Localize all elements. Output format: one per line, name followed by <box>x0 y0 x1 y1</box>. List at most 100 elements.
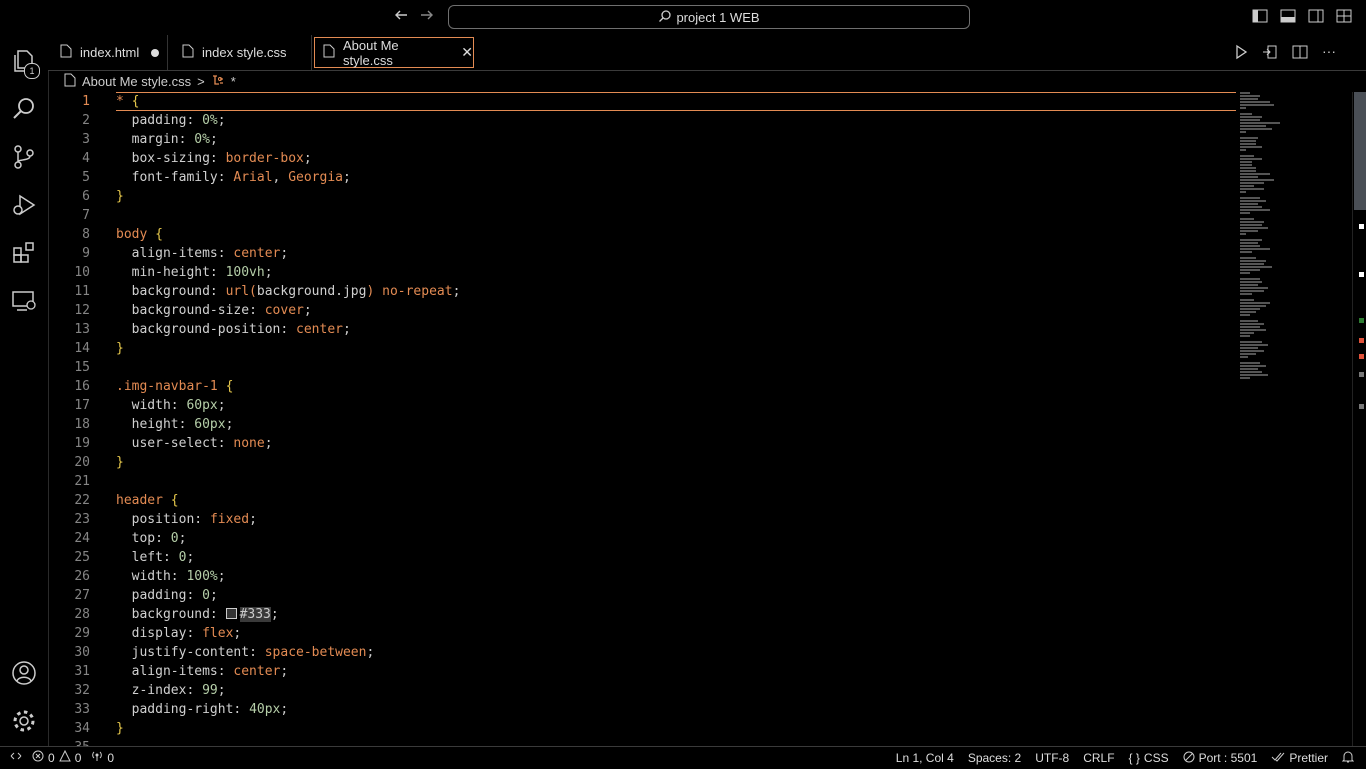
minimap-line <box>1240 257 1256 259</box>
code-line[interactable]: } <box>116 453 1236 472</box>
code-line[interactable]: background: #333; <box>116 605 1236 624</box>
code-line[interactable]: header { <box>116 491 1236 510</box>
tab-index-html[interactable]: index.html <box>48 35 168 70</box>
code-token: ; <box>186 550 195 565</box>
back-arrow-icon[interactable] <box>392 7 410 27</box>
cursor-position[interactable]: Ln 1, Col 4 <box>896 751 954 765</box>
code-line[interactable]: } <box>116 719 1236 738</box>
line-number: 28 <box>74 607 90 622</box>
code-token: width <box>116 398 171 413</box>
minimap-line <box>1240 200 1266 202</box>
code-token: ; <box>264 265 273 280</box>
code-line[interactable]: display: flex; <box>116 624 1236 643</box>
code-line[interactable]: padding-right: 40px; <box>116 700 1236 719</box>
breadcrumb-separator: > <box>197 73 205 89</box>
code-token: ; <box>280 702 289 717</box>
code-line[interactable]: font-family: Arial, Georgia; <box>116 168 1236 187</box>
code-token: no-repeat <box>382 284 453 299</box>
code-line[interactable] <box>116 206 1236 225</box>
code-line[interactable]: body { <box>116 225 1236 244</box>
prettier-status[interactable]: Prettier <box>1271 751 1328 766</box>
code-line[interactable]: * { <box>116 92 1236 111</box>
command-center-search[interactable]: project 1 WEB <box>448 5 970 29</box>
code-token: align-items <box>116 664 218 679</box>
minimap-line <box>1240 278 1260 280</box>
code-line[interactable]: } <box>116 339 1236 358</box>
end-of-line[interactable]: CRLF <box>1083 751 1114 765</box>
tab-index-style-css[interactable]: index style.css <box>168 35 312 70</box>
language-mode[interactable]: { } CSS <box>1129 751 1169 765</box>
close-icon[interactable]: ✕ <box>461 44 473 61</box>
breadcrumb-symbol[interactable]: * <box>231 74 236 89</box>
code-line[interactable]: width: 60px; <box>116 396 1236 415</box>
code-line[interactable]: user-select: none; <box>116 434 1236 453</box>
code-line[interactable]: top: 0; <box>116 529 1236 548</box>
code-line[interactable]: height: 60px; <box>116 415 1236 434</box>
accounts-icon[interactable] <box>0 649 48 697</box>
remote-explorer-icon[interactable] <box>0 277 48 325</box>
code-line[interactable]: z-index: 99; <box>116 681 1236 700</box>
code-line[interactable] <box>116 472 1236 491</box>
tab-about-me-style-css[interactable]: About Me style.css ✕ <box>314 37 474 68</box>
forward-arrow-icon[interactable] <box>418 7 436 27</box>
code-line[interactable]: padding: 0%; <box>116 111 1236 130</box>
code-line[interactable]: justify-content: space-between; <box>116 643 1236 662</box>
code-token: ; <box>303 303 312 318</box>
extensions-icon[interactable] <box>0 229 48 277</box>
encoding[interactable]: UTF-8 <box>1035 751 1069 765</box>
vertical-scrollbar[interactable] <box>1352 92 1366 746</box>
run-icon[interactable] <box>1234 44 1248 65</box>
code-line[interactable] <box>116 358 1236 377</box>
ports-indicator[interactable]: 0 <box>91 750 114 765</box>
notifications-bell-icon[interactable] <box>1341 750 1355 766</box>
code-line[interactable]: position: fixed; <box>116 510 1236 529</box>
code-line[interactable]: align-items: center; <box>116 662 1236 681</box>
unsaved-dot-icon[interactable] <box>151 48 160 57</box>
breadcrumb-file[interactable]: About Me style.css <box>82 74 191 89</box>
code-line[interactable]: background-size: cover; <box>116 301 1236 320</box>
minimap-line <box>1240 188 1264 190</box>
code-token: } <box>116 721 124 736</box>
open-preview-icon[interactable] <box>1262 44 1278 65</box>
minimap-line <box>1240 329 1266 331</box>
line-number: 32 <box>74 683 90 698</box>
minimap-line <box>1240 92 1250 94</box>
code-line[interactable]: margin: 0%; <box>116 130 1236 149</box>
code-line[interactable]: background-position: center; <box>116 320 1236 339</box>
code-line[interactable]: box-sizing: border-box; <box>116 149 1236 168</box>
code-line[interactable]: background: url(background.jpg) no-repea… <box>116 282 1236 301</box>
code-line[interactable]: align-items: center; <box>116 244 1236 263</box>
split-editor-icon[interactable] <box>1292 44 1308 65</box>
remote-indicator-icon[interactable] <box>10 750 22 765</box>
minimap-line <box>1240 209 1270 211</box>
source-control-icon[interactable] <box>0 133 48 181</box>
scrollbar-thumb[interactable] <box>1354 92 1366 210</box>
code-line[interactable]: left: 0; <box>116 548 1236 567</box>
code-line[interactable]: .img-navbar-1 { <box>116 377 1236 396</box>
settings-gear-icon[interactable] <box>0 697 48 745</box>
toggle-panel-icon[interactable] <box>1280 9 1296 23</box>
problems-indicator[interactable]: 0 0 <box>32 749 81 765</box>
explorer-icon[interactable]: 1 <box>0 37 48 85</box>
run-debug-icon[interactable] <box>0 181 48 229</box>
minimap-line <box>1240 164 1252 166</box>
minimap-line <box>1240 113 1252 115</box>
search-icon[interactable] <box>0 85 48 133</box>
minimap-line <box>1240 260 1266 262</box>
toggle-primary-sidebar-icon[interactable] <box>1252 9 1268 23</box>
code-token: : <box>209 284 226 299</box>
command-center-label: project 1 WEB <box>676 9 760 25</box>
minimap-line <box>1240 302 1270 304</box>
customize-layout-icon[interactable] <box>1336 9 1352 23</box>
code-line[interactable]: } <box>116 187 1236 206</box>
code-line[interactable]: min-height: 100vh; <box>116 263 1236 282</box>
toggle-secondary-sidebar-icon[interactable] <box>1308 9 1324 23</box>
more-actions-icon[interactable]: ··· <box>1322 44 1336 65</box>
code-editor[interactable]: * { padding: 0%; margin: 0%; box-sizing:… <box>116 92 1236 738</box>
minimap[interactable] <box>1240 92 1350 412</box>
code-line[interactable]: padding: 0; <box>116 586 1236 605</box>
live-server-port[interactable]: Port : 5501 <box>1183 751 1257 766</box>
code-line[interactable]: width: 100%; <box>116 567 1236 586</box>
indentation[interactable]: Spaces: 2 <box>968 751 1021 765</box>
